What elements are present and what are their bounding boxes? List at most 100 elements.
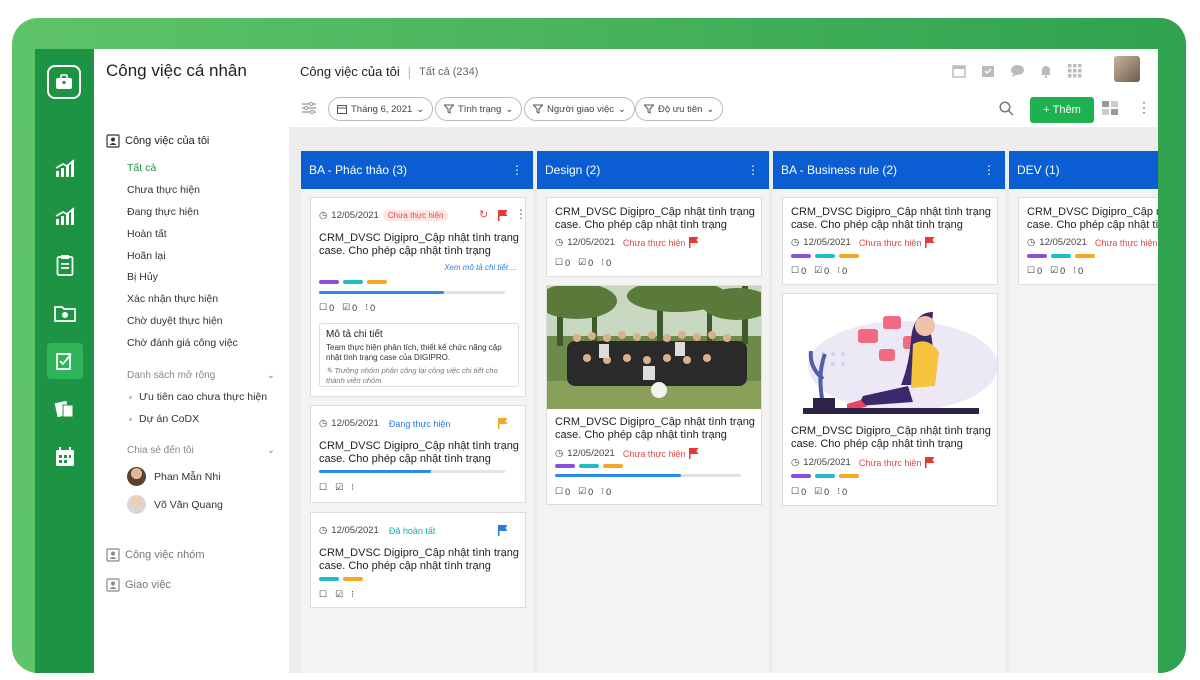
sidebar-item-all[interactable]: Tất cả (127, 162, 156, 174)
sidebar-item-postponed[interactable]: Hoãn lại (127, 250, 166, 262)
checklist-count[interactable]: ☑ 0 (814, 486, 829, 497)
flag-icon[interactable] (925, 237, 935, 248)
more-options-icon[interactable]: ⋮ (1137, 99, 1151, 116)
alarm-clock-icon: ◷ (319, 210, 328, 221)
task-edit-icon[interactable] (47, 343, 83, 379)
month-filter[interactable]: Tháng 6, 2021 ⌄ (328, 97, 434, 121)
shared-person[interactable]: Phan Mẫn Nhi (127, 467, 221, 486)
extended-list-header[interactable]: Danh sách mở rộng ⌄ (127, 370, 275, 381)
status-filter[interactable]: Tình trạng ⌄ (435, 97, 523, 121)
comment-count[interactable]: ☐ 0 (555, 486, 570, 497)
filter-bar: Tháng 6, 2021 ⌄ Tình trạng ⌄ Người giao … (289, 95, 1158, 127)
extended-item-codx[interactable]: Dự án CoDX (128, 413, 199, 425)
calendar-icon[interactable] (49, 441, 81, 473)
attachment-count[interactable]: ⁝ 0 (1073, 265, 1083, 276)
paperclip-icon[interactable]: ⁝ (351, 589, 354, 600)
sidebar-item-in-progress[interactable]: Đang thực hiện (127, 206, 199, 218)
checkbox-icon[interactable]: ☑ (335, 482, 343, 493)
description-box: Mô tả chi tiết Team thực hiện phân tích,… (319, 323, 519, 387)
documents-icon[interactable] (49, 393, 81, 425)
comment-count[interactable]: ☐ 0 (791, 486, 806, 497)
sidebar-item-cancelled[interactable]: Bị Hủy (127, 271, 158, 283)
clipboard-icon[interactable] (49, 249, 81, 281)
more-options-icon[interactable]: ⋮ (511, 163, 523, 177)
attachment-count[interactable]: ⁝ 0 (837, 486, 847, 497)
add-task-button[interactable]: + Thêm (1030, 97, 1094, 123)
task-card[interactable]: CRM_DVSC Digipro_Cập nhật tình trạng cas… (782, 293, 998, 506)
checklist-count[interactable]: ☑ 0 (342, 302, 357, 313)
avatar[interactable] (1114, 56, 1140, 82)
shared-header[interactable]: Chia sẻ đến tôi ⌄ (127, 445, 275, 456)
comment-count[interactable]: ☐ 0 (791, 265, 806, 276)
more-options-icon[interactable]: ⋮ (515, 207, 527, 221)
attachment-count[interactable]: ⁝ 0 (365, 302, 375, 313)
comment-icon[interactable]: ☐ (319, 589, 327, 600)
search-icon[interactable] (999, 101, 1014, 121)
task-card[interactable]: ◷ 12/05/2021 Đang thực hiện CRM_DVSC Dig… (310, 405, 526, 503)
flag-icon[interactable] (498, 208, 508, 226)
comment-icon: ☐ (555, 486, 564, 496)
layout-toggle-icon[interactable] (1102, 101, 1118, 120)
checklist-count[interactable]: ☑ 0 (578, 257, 593, 268)
chart-icon[interactable] (49, 153, 81, 185)
report-chart-icon[interactable] (49, 201, 81, 233)
calendar-icon[interactable] (951, 63, 967, 79)
assigner-filter[interactable]: Người giao việc ⌄ (524, 97, 635, 121)
checkbox-icon[interactable]: ☑ (335, 589, 343, 600)
sidebar-item-confirm[interactable]: Xác nhận thực hiện (127, 293, 218, 305)
extended-item-high-priority[interactable]: Ưu tiên cao chưa thực hiện (128, 391, 267, 403)
more-options-icon[interactable]: ⋮ (983, 163, 995, 177)
task-card[interactable]: ◷ 12/05/2021 Đã hoàn tất CRM_DVSC Digipr… (310, 512, 526, 608)
filter-settings-icon[interactable] (301, 101, 317, 120)
checklist-count[interactable]: ☑ 0 (578, 486, 593, 497)
checklist-icon[interactable] (980, 63, 996, 79)
comment-icon[interactable]: ☐ (319, 482, 327, 493)
paperclip-icon[interactable]: ⁝ (351, 482, 354, 493)
flag-icon[interactable] (689, 448, 699, 459)
briefcase-logo-icon[interactable] (47, 65, 81, 99)
task-card[interactable]: CRM_DVSC Digipro_Cập nhật tình trạng cas… (546, 197, 762, 277)
checkbox-icon: ☑ (342, 302, 351, 312)
folder-icon[interactable] (49, 297, 81, 329)
comment-count[interactable]: ☐ 0 (319, 302, 334, 313)
checklist-count[interactable]: ☑ 0 (814, 265, 829, 276)
attachment-count[interactable]: ⁝ 0 (601, 486, 611, 497)
column-header[interactable]: Design (2) ⋮ (537, 151, 769, 189)
sidebar-item-done[interactable]: Hoàn tất (127, 228, 167, 240)
apps-grid-icon[interactable] (1067, 63, 1083, 79)
bell-icon[interactable] (1038, 63, 1054, 79)
group-tasks[interactable]: Công việc nhóm (106, 548, 205, 562)
chat-icon[interactable] (1009, 63, 1025, 79)
assign-tasks[interactable]: Giao việc (106, 578, 171, 592)
column-header[interactable]: BA - Phác thảo (3) ⋮ (301, 151, 533, 189)
column-header[interactable]: DEV (1) (1009, 151, 1158, 189)
comment-count[interactable]: ☐ 0 (555, 257, 570, 268)
flag-icon[interactable] (925, 457, 935, 468)
checklist-count[interactable]: ☑ 0 (1050, 265, 1065, 276)
flag-icon[interactable] (689, 237, 699, 248)
sidebar-item-not-started[interactable]: Chưa thực hiện (127, 184, 200, 196)
priority-filter[interactable]: Độ ưu tiên ⌄ (635, 97, 724, 121)
card-meta: ◷ 12/05/2021 Đang thực hiện (319, 418, 451, 429)
my-tasks-group[interactable]: Công việc của tôi (106, 134, 209, 148)
attachment-count[interactable]: ⁝ 0 (837, 265, 847, 276)
attachment-count[interactable]: ⁝ 0 (601, 257, 611, 268)
more-options-icon[interactable]: ⋮ (747, 163, 759, 177)
sidebar-item-await-review[interactable]: Chờ đánh giá công việc (127, 337, 238, 349)
comment-count[interactable]: ☐ 0 (1027, 265, 1042, 276)
flag-icon[interactable] (498, 416, 508, 434)
sidebar-item-await-approval[interactable]: Chờ duyệt thực hiện (127, 315, 223, 327)
chevron-down-icon: ⌄ (706, 103, 715, 115)
history-icon[interactable]: ↻ (479, 208, 488, 221)
top-bar: Công việc của tôi | Tất cả (234) (289, 49, 1158, 93)
task-card[interactable]: CRM_DVSC Digipro_Cập nhật tình trạng cas… (782, 197, 998, 285)
checkbox-icon: ☑ (578, 257, 587, 267)
task-card[interactable]: CRM_DVSC Digipro_Cập nhật tình trạng cas… (546, 285, 762, 505)
column-header[interactable]: BA - Business rule (2) ⋮ (773, 151, 1005, 189)
see-detail-link[interactable]: Xem mô tả chi tiết ... (444, 263, 517, 272)
task-card[interactable]: CRM_DVSC Digipro_Cập nhật tình trạng cas… (1018, 197, 1158, 285)
shared-person[interactable]: Võ Văn Quang (127, 495, 223, 514)
flag-icon[interactable] (498, 523, 508, 541)
task-card[interactable]: ◷ 12/05/2021 Chưa thực hiện ↻ ⋮ CRM_DVSC… (310, 197, 527, 397)
card-meta: ◷ 12/05/2021 Chưa thực hiện (1027, 237, 1158, 248)
